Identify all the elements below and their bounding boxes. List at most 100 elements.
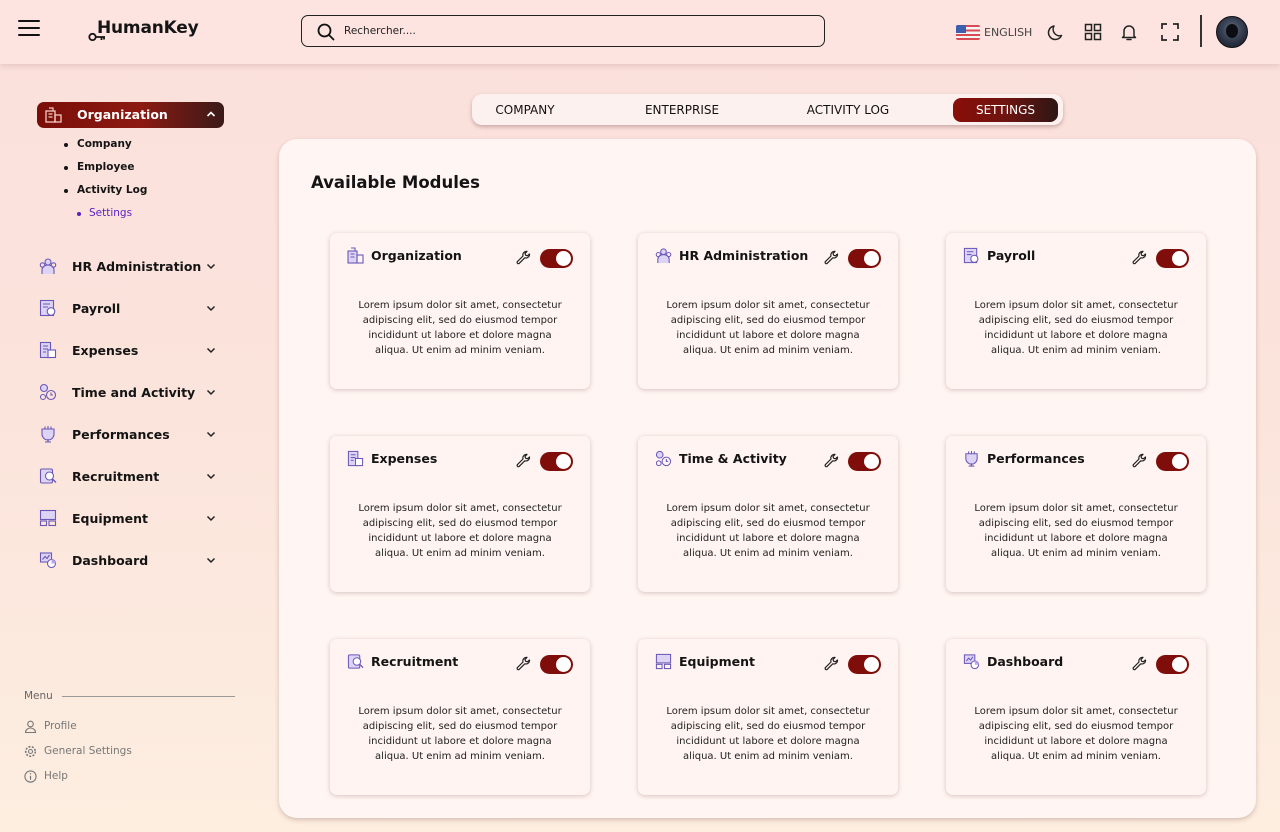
sidebar-item-label: Expenses bbox=[72, 343, 139, 358]
wrench-icon[interactable] bbox=[516, 453, 531, 468]
menu-link-label: Profile bbox=[44, 720, 77, 732]
module-title: Payroll bbox=[987, 248, 1036, 263]
wrench-icon[interactable] bbox=[1132, 656, 1147, 671]
recruitment-icon bbox=[39, 468, 57, 484]
chevron-down-icon bbox=[206, 515, 216, 522]
module-toggle[interactable] bbox=[1156, 655, 1189, 674]
tab-company[interactable]: COMPANY bbox=[482, 98, 568, 122]
language-label: ENGLISH bbox=[984, 25, 1033, 39]
sidebar-item-organization[interactable]: Organization bbox=[37, 102, 224, 128]
sidebar-item-equipment[interactable]: Equipment bbox=[38, 505, 218, 531]
sidebar-item-label: Time and Activity bbox=[72, 385, 196, 400]
fullscreen-icon[interactable] bbox=[1160, 22, 1180, 42]
module-description: Lorem ipsum dolor sit amet, consectetur … bbox=[666, 300, 870, 356]
hamburger-menu-icon[interactable] bbox=[18, 20, 40, 38]
module-toggle[interactable] bbox=[540, 452, 573, 471]
menu-link-profile[interactable]: Profile bbox=[24, 718, 77, 734]
module-card-recruitment: Recruitment Lorem ipsum dolor sit amet, … bbox=[330, 639, 590, 795]
dashboard-icon bbox=[963, 654, 980, 670]
moon-icon[interactable] bbox=[1047, 22, 1067, 42]
sidebar-item-label: Equipment bbox=[72, 511, 148, 526]
chevron-down-icon bbox=[206, 431, 216, 438]
module-description: Lorem ipsum dolor sit amet, consectetur … bbox=[358, 300, 562, 356]
chevron-up-icon[interactable] bbox=[206, 110, 216, 118]
performances-icon bbox=[965, 450, 978, 467]
sidebar-item-expenses[interactable]: Expenses bbox=[38, 337, 218, 363]
sidebar-item-label: Organization bbox=[77, 107, 168, 122]
wrench-icon[interactable] bbox=[516, 656, 531, 671]
hr-administration-icon bbox=[39, 258, 57, 274]
menu-link-general-settings[interactable]: General Settings bbox=[24, 743, 132, 759]
module-toggle[interactable] bbox=[540, 249, 573, 268]
recruitment-icon bbox=[347, 654, 364, 669]
performances-icon bbox=[41, 426, 55, 443]
sidebar-item-label: Performances bbox=[72, 427, 170, 442]
time-activity-icon bbox=[655, 450, 672, 467]
organization-icon bbox=[45, 107, 62, 123]
menu-link-help[interactable]: Help bbox=[24, 768, 68, 784]
module-title: Expenses bbox=[371, 451, 438, 466]
dashboard-icon bbox=[39, 552, 57, 569]
wrench-icon[interactable] bbox=[1132, 250, 1147, 265]
organization-icon bbox=[347, 247, 364, 264]
module-description: Lorem ipsum dolor sit amet, consectetur … bbox=[974, 503, 1178, 559]
expenses-icon bbox=[39, 341, 57, 359]
language-selector[interactable]: ENGLISH bbox=[956, 24, 1032, 40]
sidebar-item-label: Recruitment bbox=[72, 469, 160, 484]
wrench-icon[interactable] bbox=[824, 453, 839, 468]
tab-enterprise[interactable]: ENTERPRISE bbox=[636, 98, 728, 122]
subnav-employee[interactable]: Employee bbox=[64, 159, 214, 182]
module-title: Recruitment bbox=[371, 654, 459, 669]
wrench-icon[interactable] bbox=[1132, 453, 1147, 468]
module-toggle[interactable] bbox=[848, 655, 881, 674]
module-toggle[interactable] bbox=[848, 452, 881, 471]
module-toggle[interactable] bbox=[1156, 249, 1189, 268]
organization-submenu: Company Employee Activity Log Settings bbox=[64, 136, 214, 228]
chevron-down-icon bbox=[206, 347, 216, 354]
wrench-icon[interactable] bbox=[824, 250, 839, 265]
sidebar-item-performances[interactable]: Performances bbox=[38, 421, 218, 447]
search-bar[interactable] bbox=[301, 15, 825, 47]
tab-bar: COMPANY ENTERPRISE ACTIVITY LOG SETTINGS bbox=[472, 94, 1063, 125]
tab-activity-log[interactable]: ACTIVITY LOG bbox=[798, 98, 898, 122]
module-title: Dashboard bbox=[987, 654, 1064, 669]
wrench-icon[interactable] bbox=[824, 656, 839, 671]
subnav-company[interactable]: Company bbox=[64, 136, 214, 159]
chevron-down-icon bbox=[206, 305, 216, 312]
chevron-down-icon bbox=[206, 557, 216, 564]
search-input[interactable] bbox=[344, 21, 804, 41]
search-icon bbox=[317, 23, 335, 41]
apps-grid-icon[interactable] bbox=[1083, 22, 1103, 42]
sidebar-item-hr-administration[interactable]: HR Administration bbox=[38, 253, 218, 279]
us-flag-icon bbox=[956, 24, 980, 40]
sidebar-item-dashboard[interactable]: Dashboard bbox=[38, 547, 218, 573]
tab-settings[interactable]: SETTINGS bbox=[953, 98, 1058, 122]
module-toggle[interactable] bbox=[1156, 452, 1189, 471]
subnav-settings[interactable]: Settings bbox=[64, 205, 214, 228]
user-avatar[interactable] bbox=[1216, 16, 1248, 48]
app-name: HumanKey bbox=[97, 18, 199, 38]
sidebar-item-time-and-activity[interactable]: Time and Activity bbox=[38, 379, 218, 405]
module-card-payroll: Payroll Lorem ipsum dolor sit amet, cons… bbox=[946, 233, 1206, 389]
subnav-activity-log[interactable]: Activity Log bbox=[64, 182, 214, 205]
module-toggle[interactable] bbox=[540, 655, 573, 674]
module-description: Lorem ipsum dolor sit amet, consectetur … bbox=[974, 300, 1178, 356]
time-activity-icon bbox=[39, 383, 57, 401]
payroll-icon bbox=[39, 299, 56, 317]
gear-icon bbox=[24, 745, 37, 757]
module-title: Time & Activity bbox=[679, 451, 787, 466]
module-card-time-activity: Time & Activity Lorem ipsum dolor sit am… bbox=[638, 436, 898, 592]
wrench-icon[interactable] bbox=[516, 250, 531, 265]
chevron-down-icon bbox=[206, 263, 216, 270]
sidebar-item-payroll[interactable]: Payroll bbox=[38, 295, 218, 321]
module-card-expenses: Expenses Lorem ipsum dolor sit amet, con… bbox=[330, 436, 590, 592]
sidebar-item-recruitment[interactable]: Recruitment bbox=[38, 463, 218, 489]
module-description: Lorem ipsum dolor sit amet, consectetur … bbox=[358, 706, 562, 762]
module-card-organization: Organization Lorem ipsum dolor sit amet,… bbox=[330, 233, 590, 389]
module-toggle[interactable] bbox=[848, 249, 881, 268]
module-title: Organization bbox=[371, 248, 462, 263]
module-title: HR Administration bbox=[679, 248, 809, 263]
menu-link-label: General Settings bbox=[44, 745, 132, 757]
bell-icon[interactable] bbox=[1119, 22, 1139, 42]
user-icon bbox=[24, 720, 37, 733]
